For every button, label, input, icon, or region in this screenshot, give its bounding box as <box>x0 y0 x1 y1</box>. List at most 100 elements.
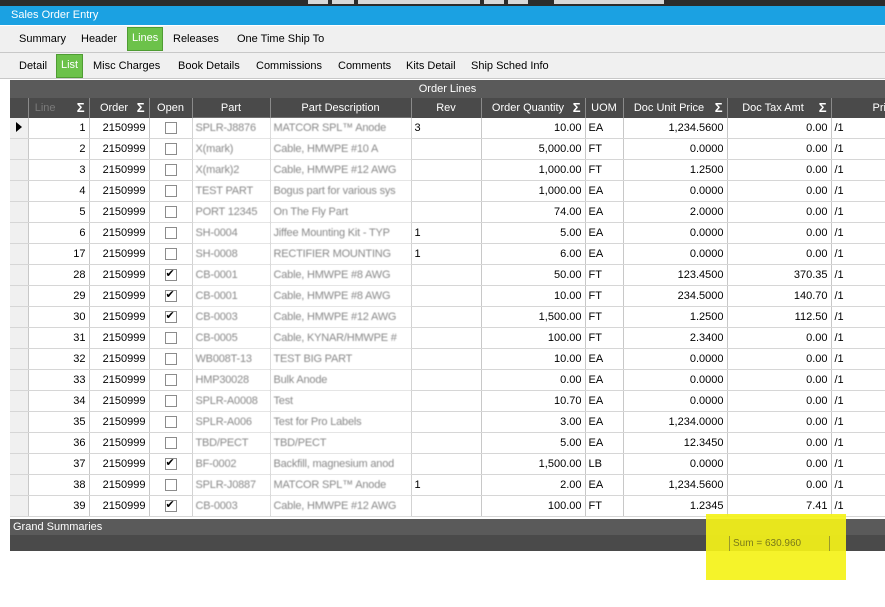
cell-part[interactable]: TEST PART <box>192 180 271 202</box>
cell-part-description[interactable]: TBD/PECT <box>270 432 412 454</box>
cell-part[interactable]: SPLR-A0008 <box>192 390 271 412</box>
cell-doc-unit-price[interactable]: 0.0000 <box>623 138 728 160</box>
cell-line[interactable]: 31 <box>28 327 90 349</box>
cell-uom[interactable]: FT <box>585 495 624 517</box>
sum-icon[interactable]: Σ <box>573 100 581 115</box>
cell-doc-tax-amt[interactable]: 370.35 <box>727 264 832 286</box>
open-checkbox[interactable] <box>164 122 177 135</box>
table-row[interactable]: 17 2150999 SH-0008 RECTIFIER MOUNTING 1 6.00 E… <box>10 243 885 265</box>
cell-rev[interactable] <box>411 411 482 433</box>
cell-doc-unit-price[interactable]: 2.0000 <box>623 201 728 223</box>
open-checkbox[interactable] <box>164 206 177 219</box>
cell-part[interactable]: TBD/PECT <box>192 432 271 454</box>
cell-doc-tax-amt[interactable]: 0.00 <box>727 474 832 496</box>
table-row[interactable]: 31 2150999 CB-0005 Cable, KYNAR/HMWPE # 100.… <box>10 327 885 349</box>
cell-part-description[interactable]: Cable, HMWPE #8 AWG <box>270 285 412 307</box>
cell-order[interactable]: 2150999 <box>89 118 150 139</box>
cell-line[interactable]: 29 <box>28 285 90 307</box>
cell-pric[interactable]: /1 <box>831 222 885 244</box>
cell-doc-tax-amt[interactable]: 112.50 <box>727 306 832 328</box>
cell-order[interactable]: 2150999 <box>89 264 150 286</box>
row-selector[interactable] <box>10 243 29 265</box>
cell-order-quantity[interactable]: 1,500.00 <box>481 453 586 475</box>
table-row[interactable]: 3 2150999 X(mark)2 Cable, HMWPE #12 AWG 1,00… <box>10 159 885 181</box>
cell-part-description[interactable]: MATCOR SPL™ Anode <box>270 118 412 139</box>
toolbar-button[interactable] <box>508 0 528 4</box>
cell-open[interactable] <box>149 369 193 391</box>
cell-doc-tax-amt[interactable]: 0.00 <box>727 138 832 160</box>
tab-misc-charges[interactable]: Misc Charges <box>93 57 160 76</box>
cell-uom[interactable]: FT <box>585 138 624 160</box>
open-checkbox[interactable] <box>164 374 177 387</box>
cell-doc-unit-price[interactable]: 0.0000 <box>623 348 728 370</box>
cell-doc-tax-amt[interactable]: 0.00 <box>727 453 832 475</box>
row-selector[interactable] <box>10 453 29 475</box>
cell-order-quantity[interactable]: 5.00 <box>481 432 586 454</box>
cell-part[interactable]: HMP30028 <box>192 369 271 391</box>
cell-uom[interactable]: EA <box>585 432 624 454</box>
cell-line[interactable]: 39 <box>28 495 90 517</box>
cell-part[interactable]: SPLR-J0887 <box>192 474 271 496</box>
column-header-part-description[interactable]: Part Description <box>270 98 412 118</box>
cell-doc-tax-amt[interactable]: 0.00 <box>727 201 832 223</box>
cell-part-description[interactable]: Cable, KYNAR/HMWPE # <box>270 327 412 349</box>
cell-open[interactable] <box>149 180 193 202</box>
table-row[interactable]: 6 2150999 SH-0004 Jiffee Mounting Kit - TYP… <box>10 222 885 244</box>
cell-doc-tax-amt[interactable]: 0.00 <box>727 369 832 391</box>
open-checkbox[interactable] <box>164 143 177 156</box>
cell-open[interactable] <box>149 453 193 475</box>
open-checkbox[interactable] <box>164 248 177 261</box>
table-row[interactable]: 2 2150999 X(mark) Cable, HMWPE #10 A 5,000.0… <box>10 138 885 160</box>
cell-line[interactable]: 2 <box>28 138 90 160</box>
open-checkbox[interactable] <box>164 267 177 282</box>
cell-rev[interactable] <box>411 432 482 454</box>
cell-uom[interactable]: EA <box>585 118 624 139</box>
toolbar-button[interactable] <box>332 0 354 4</box>
cell-rev[interactable] <box>411 285 482 307</box>
cell-doc-unit-price[interactable]: 1,234.5600 <box>623 118 728 139</box>
cell-rev[interactable] <box>411 159 482 181</box>
cell-order[interactable]: 2150999 <box>89 306 150 328</box>
cell-uom[interactable]: EA <box>585 180 624 202</box>
cell-open[interactable] <box>149 264 193 286</box>
cell-line[interactable]: 4 <box>28 180 90 202</box>
cell-pric[interactable]: /1 <box>831 306 885 328</box>
cell-line[interactable]: 38 <box>28 474 90 496</box>
cell-pric[interactable]: /1 <box>831 138 885 160</box>
cell-order[interactable]: 2150999 <box>89 285 150 307</box>
cell-pric[interactable]: /1 <box>831 327 885 349</box>
cell-open[interactable] <box>149 348 193 370</box>
open-checkbox[interactable] <box>164 288 177 303</box>
cell-part[interactable]: WB008T-13 <box>192 348 271 370</box>
cell-rev[interactable] <box>411 495 482 517</box>
row-selector[interactable] <box>10 390 29 412</box>
cell-doc-tax-amt[interactable]: 0.00 <box>727 432 832 454</box>
open-checkbox[interactable] <box>164 437 177 450</box>
row-selector[interactable] <box>10 222 29 244</box>
cell-uom[interactable]: EA <box>585 201 624 223</box>
open-checkbox[interactable] <box>164 309 177 324</box>
cell-part-description[interactable]: Test <box>270 390 412 412</box>
tab-one-time-ship-to[interactable]: One Time Ship To <box>237 30 324 49</box>
cell-line[interactable]: 1 <box>28 118 90 139</box>
cell-order-quantity[interactable]: 1,000.00 <box>481 159 586 181</box>
toolbar-button[interactable] <box>484 0 504 4</box>
cell-line[interactable]: 28 <box>28 264 90 286</box>
open-checkbox[interactable] <box>164 395 177 408</box>
cell-pric[interactable]: /1 <box>831 453 885 475</box>
cell-order-quantity[interactable]: 10.00 <box>481 118 586 139</box>
cell-open[interactable] <box>149 306 193 328</box>
cell-open[interactable] <box>149 243 193 265</box>
cell-part[interactable]: CB-0001 <box>192 264 271 286</box>
cell-doc-unit-price[interactable]: 2.3400 <box>623 327 728 349</box>
table-row[interactable]: 5 2150999 PORT 12345 On The Fly Part 74.00 EA… <box>10 201 885 223</box>
cell-part[interactable]: SPLR-J8876 <box>192 118 271 139</box>
cell-pric[interactable]: /1 <box>831 411 885 433</box>
cell-order[interactable]: 2150999 <box>89 180 150 202</box>
cell-doc-tax-amt[interactable]: 0.00 <box>727 243 832 265</box>
table-row[interactable]: 1 2150999 SPLR-J8876 MATCOR SPL™ Anode 3 10.0… <box>10 118 885 139</box>
cell-part[interactable]: SH-0008 <box>192 243 271 265</box>
cell-open[interactable] <box>149 138 193 160</box>
cell-order-quantity[interactable]: 6.00 <box>481 243 586 265</box>
cell-pric[interactable]: /1 <box>831 201 885 223</box>
